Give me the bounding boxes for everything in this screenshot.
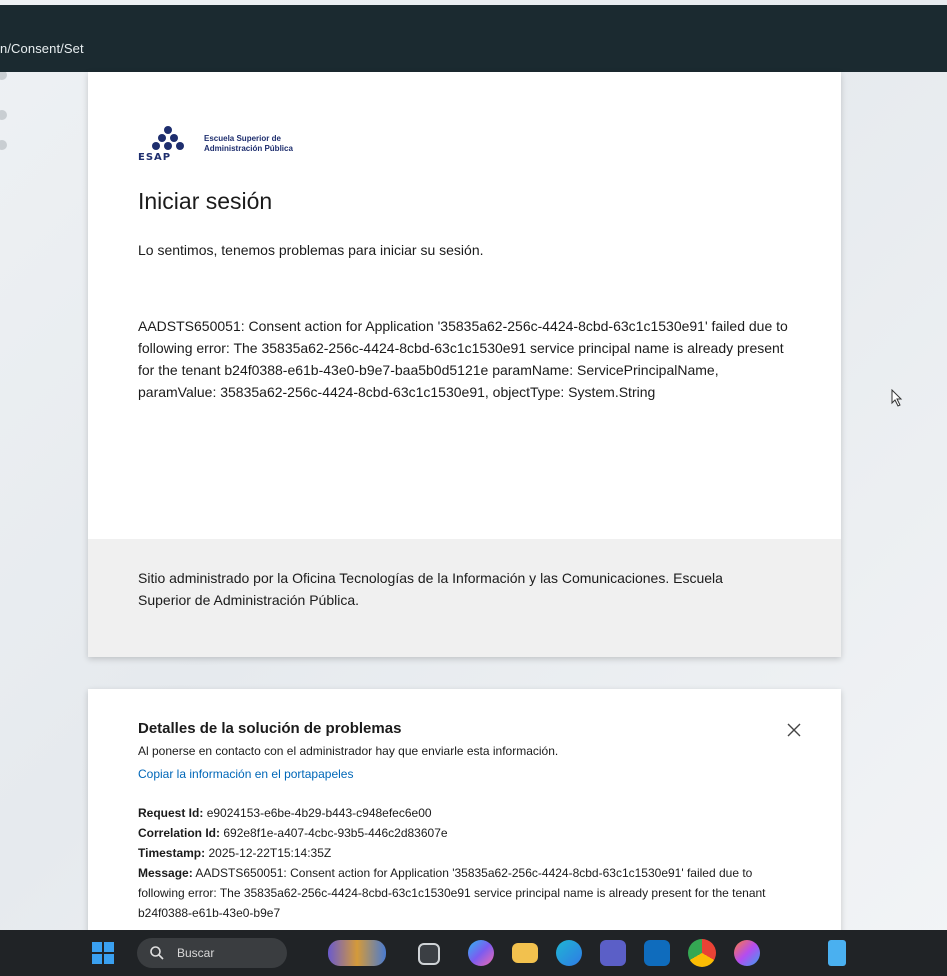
correlation-id-label: Correlation Id:	[138, 826, 221, 840]
request-id-label: Request Id:	[138, 806, 204, 820]
organization-logo: ESAP Escuela Superior de Administración …	[138, 124, 338, 164]
logo-org-line2: Administración Pública	[204, 144, 293, 153]
logo-acronym: ESAP	[138, 152, 172, 163]
card-footer: Sitio administrado por la Oficina Tecnol…	[88, 539, 841, 657]
mouse-cursor-icon	[891, 389, 903, 407]
copy-to-clipboard-link[interactable]: Copiar la información en el portapapeles	[138, 767, 353, 781]
search-icon	[150, 946, 164, 960]
message-value: AADSTS650051: Consent action for Applica…	[138, 866, 766, 920]
chrome-icon[interactable]	[688, 939, 716, 967]
request-id-value: e9024153-e6be-4b29-b443-c948efec6e00	[206, 806, 432, 820]
copilot-app-icon[interactable]	[734, 940, 760, 966]
details-title: Detalles de la solución de problemas	[138, 720, 402, 737]
notepad-icon[interactable]	[828, 940, 846, 966]
url-text[interactable]: n/Consent/Set	[0, 41, 84, 56]
timestamp-label: Timestamp:	[138, 846, 206, 860]
search-placeholder: Buscar	[177, 946, 215, 960]
footer-text: Sitio administrado por la Oficina Tecnol…	[138, 570, 723, 608]
details-fields: Request Id: e9024153-e6be-4b29-b443-c948…	[138, 803, 778, 923]
outlook-icon[interactable]	[644, 940, 670, 966]
edge-icon[interactable]	[556, 940, 582, 966]
close-icon[interactable]	[785, 721, 803, 739]
browser-address-bar[interactable]: n/Consent/Set	[0, 5, 947, 72]
timestamp-row: Timestamp: 2025-12-22T15:14:35Z	[138, 843, 778, 863]
message-row: Message: AADSTS650051: Consent action fo…	[138, 863, 778, 923]
logo-org-line1: Escuela Superior de	[204, 134, 281, 143]
page-title: Iniciar sesión	[138, 188, 273, 214]
correlation-id-row: Correlation Id: 692e8f1e-a407-4cbc-93b5-…	[138, 823, 778, 843]
copilot-icon[interactable]	[468, 940, 494, 966]
logo-org-name: Escuela Superior de Administración Públi…	[204, 134, 344, 154]
details-note: Al ponerse en contacto con el administra…	[138, 744, 559, 758]
teams-icon[interactable]	[600, 940, 626, 966]
windows-start-icon[interactable]	[92, 942, 114, 964]
task-view-icon[interactable]	[418, 943, 440, 965]
error-subtitle: Lo sentimos, tenemos problemas para inic…	[138, 242, 484, 258]
signin-card: ESAP Escuela Superior de Administración …	[88, 72, 841, 657]
message-label: Message:	[138, 866, 193, 880]
timestamp-value: 2025-12-22T15:14:35Z	[208, 846, 332, 860]
widgets-icon[interactable]	[328, 940, 386, 966]
file-explorer-icon[interactable]	[512, 943, 538, 963]
error-message: AADSTS650051: Consent action for Applica…	[138, 318, 788, 400]
request-id-row: Request Id: e9024153-e6be-4b29-b443-c948…	[138, 803, 778, 823]
troubleshooting-details-card: Detalles de la solución de problemas Al …	[88, 689, 841, 939]
correlation-id-value: 692e8f1e-a407-4cbc-93b5-446c2d83607e	[223, 826, 448, 840]
taskbar-search-box[interactable]: Buscar	[137, 938, 287, 968]
windows-taskbar: Buscar	[0, 930, 947, 976]
